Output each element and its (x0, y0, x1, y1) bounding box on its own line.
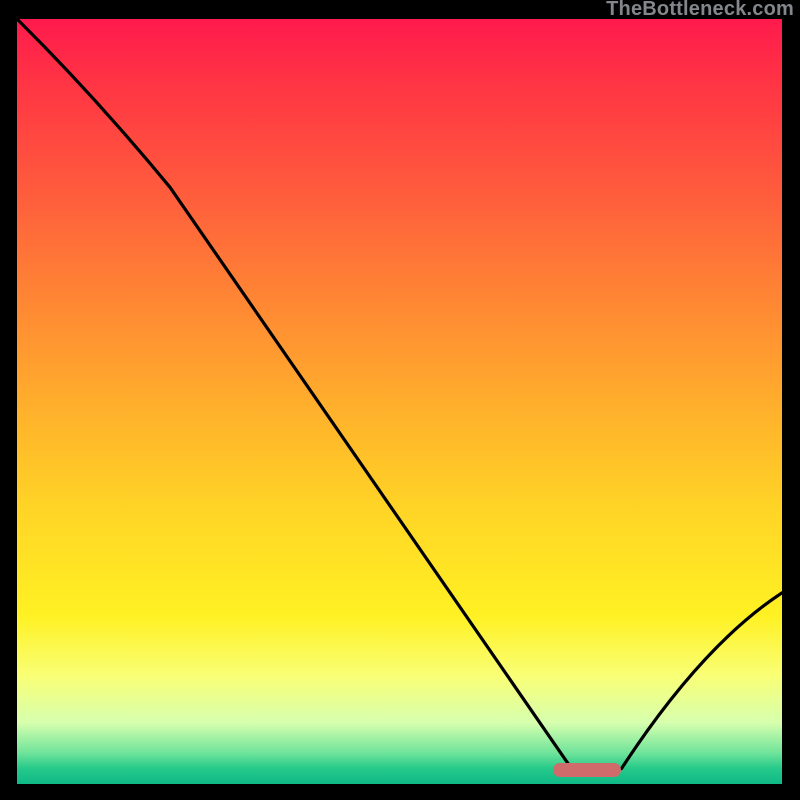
y-axis-bar (0, 0, 17, 800)
bottleneck-curve-svg (17, 19, 782, 784)
optimal-range-marker (553, 763, 622, 777)
x-axis-bar (0, 784, 800, 800)
attribution-watermark: TheBottleneck.com (606, 0, 794, 21)
bottleneck-chart: TheBottleneck.com (0, 0, 800, 800)
bottleneck-curve-path (17, 19, 782, 769)
